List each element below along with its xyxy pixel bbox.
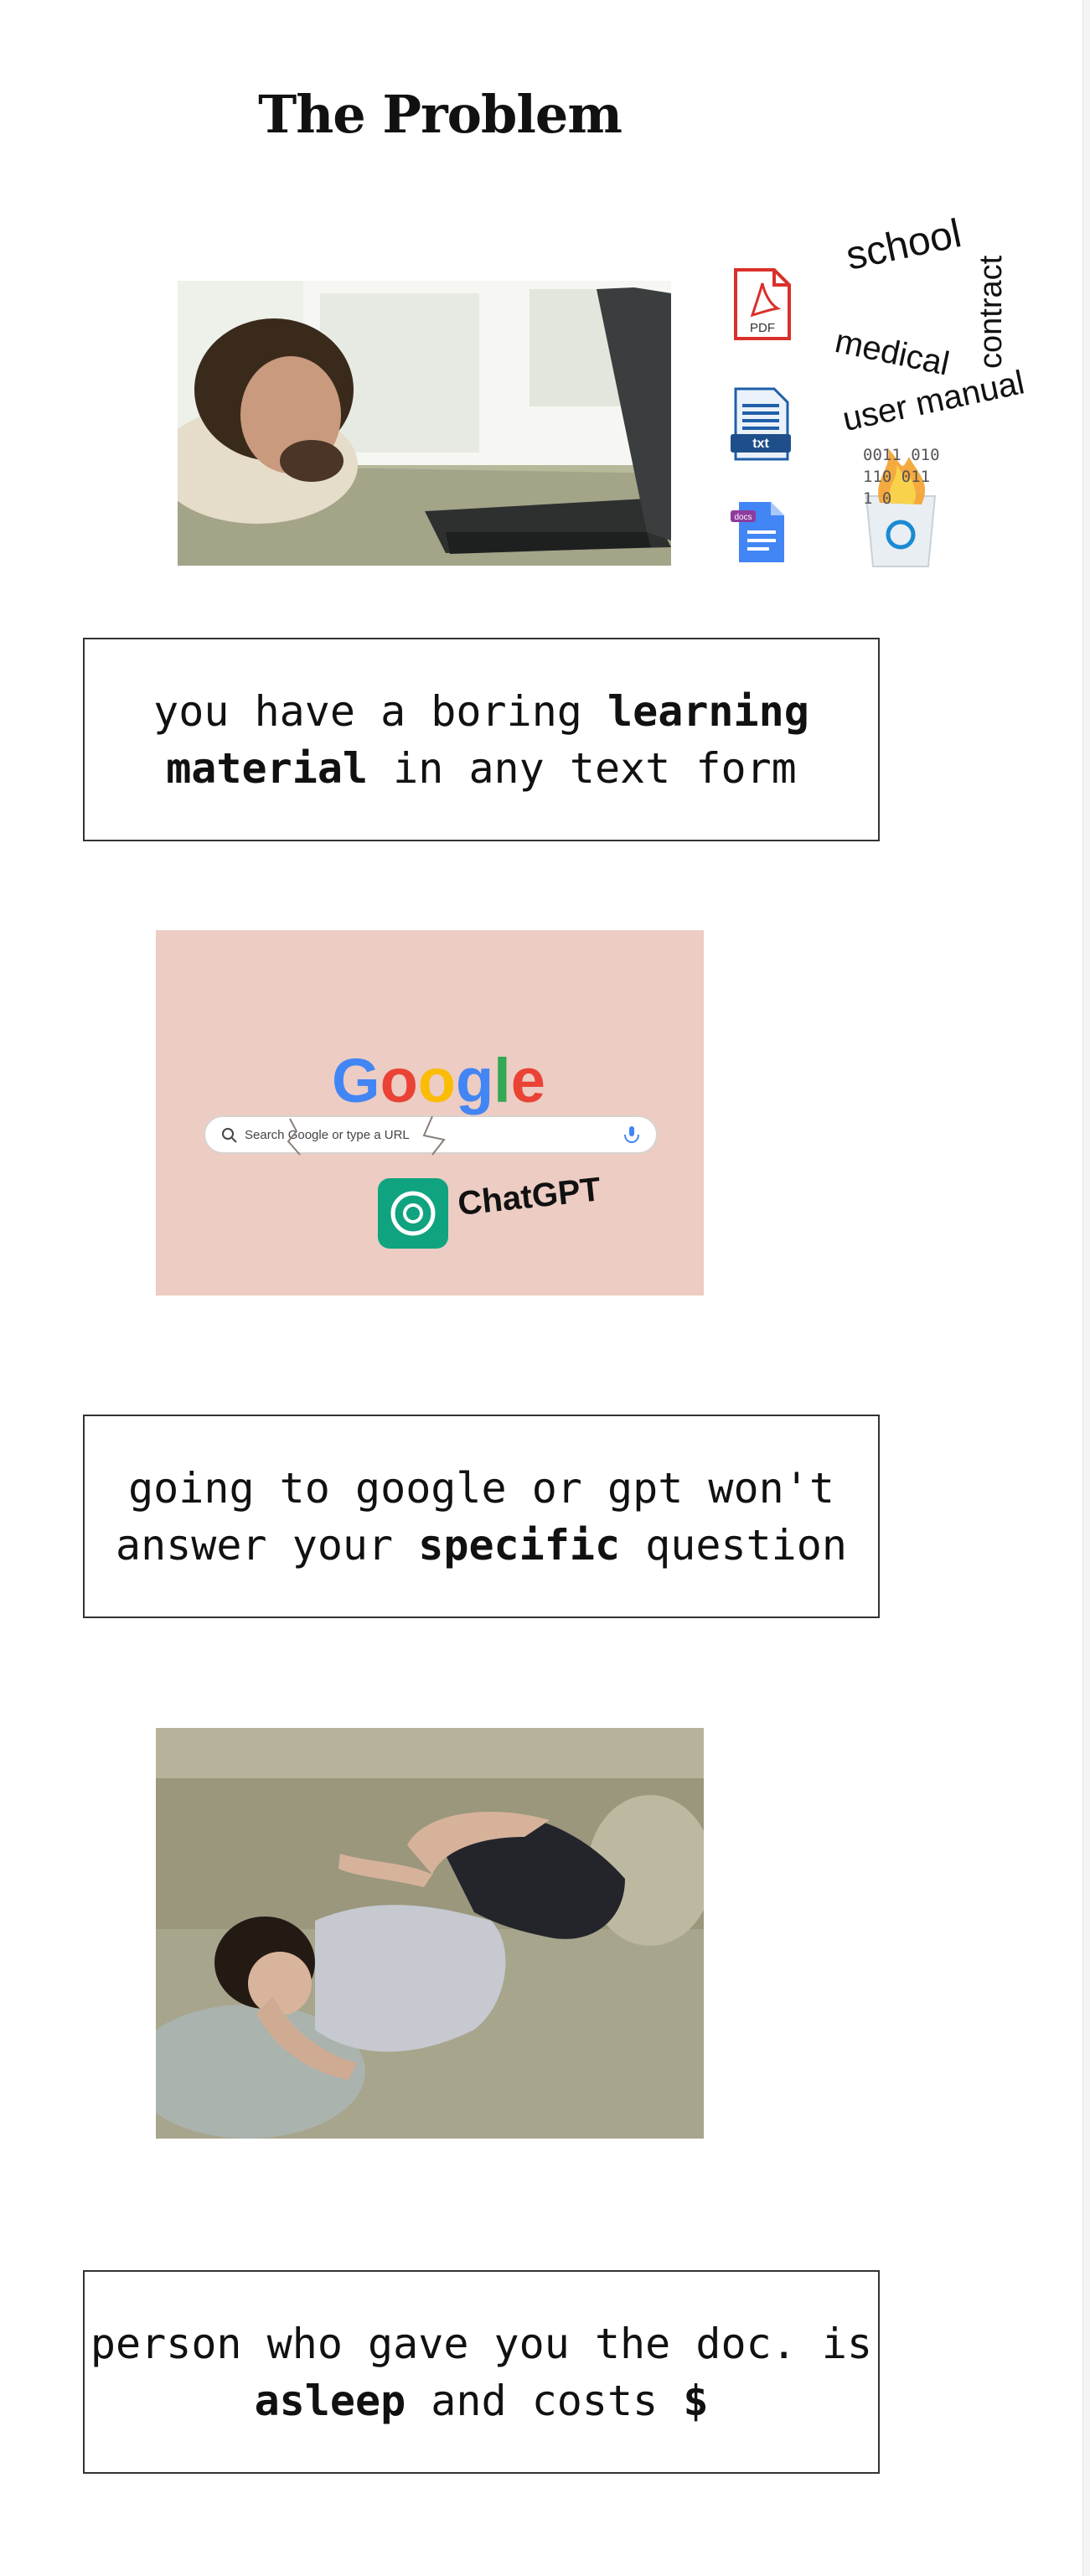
docs-file-icon: docs (727, 499, 794, 566)
word-school: school (842, 211, 965, 279)
sleeping-man-couch-photo (156, 1728, 704, 2139)
caption-box-learning-material: you have a boring learning material in a… (83, 638, 880, 841)
google-chatgpt-image: Google Search Google or type a URL ChatG… (156, 930, 704, 1296)
pdf-label: PDF (750, 321, 775, 335)
page-title: The Problem (258, 84, 622, 145)
caption-learning-material: you have a boring learning material in a… (153, 686, 809, 793)
binary-row-2: 110 011 (863, 468, 931, 486)
txt-file-icon: txt (727, 385, 794, 463)
docs-label: docs (734, 513, 752, 522)
caption-asleep-costs: person who gave you the doc. is asleep a… (90, 2319, 873, 2425)
pdf-file-icon: PDF (731, 266, 793, 342)
caption-box-specific-question: going to google or gpt won't answer your… (83, 1415, 880, 1618)
caption-specific-question: going to google or gpt won't answer your… (116, 1463, 847, 1570)
word-medical: medical (831, 323, 953, 383)
binary-row-3: 1 0 (863, 489, 892, 508)
page-edge (1082, 0, 1090, 2576)
google-logo-text: Google (332, 1046, 545, 1115)
binary-row-1: 0011 010 (863, 446, 940, 464)
txt-label: txt (752, 437, 769, 451)
search-placeholder-text: Search Google or type a URL (245, 1128, 410, 1142)
bored-man-laptop-photo (178, 281, 671, 566)
caption-box-asleep-costs: person who gave you the doc. is asleep a… (83, 2270, 880, 2474)
word-contract: contract (974, 255, 1009, 369)
